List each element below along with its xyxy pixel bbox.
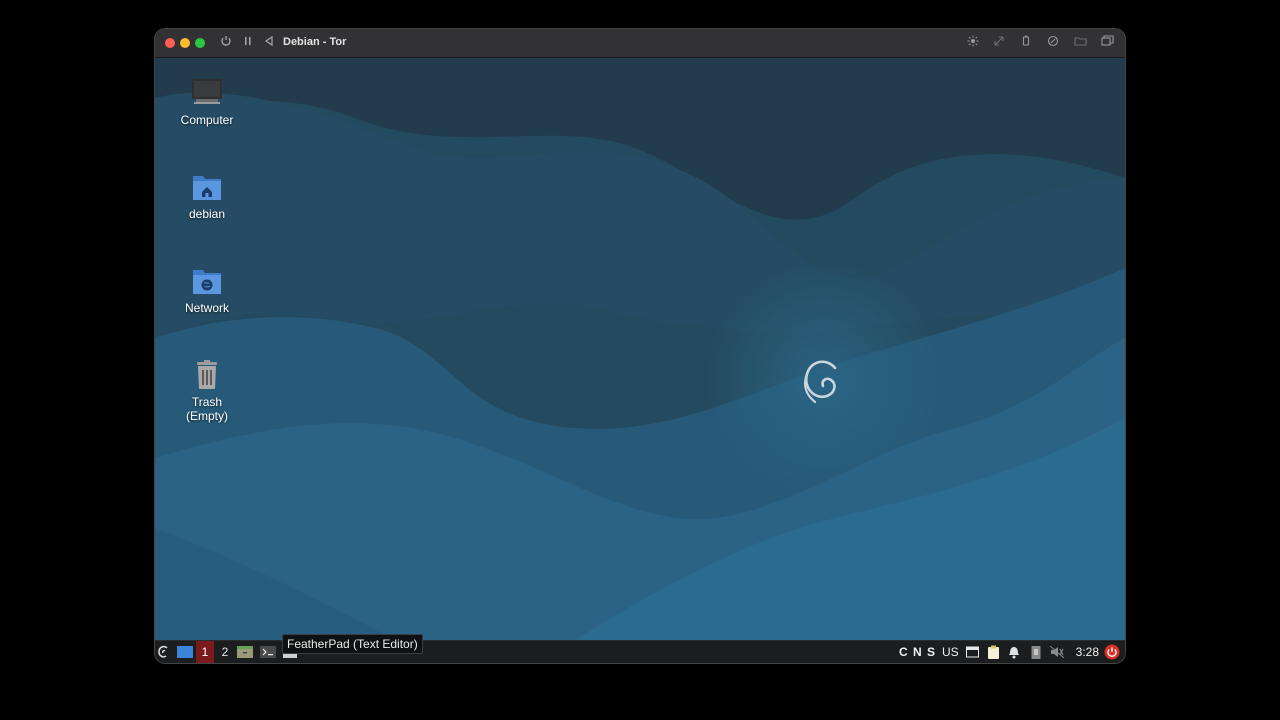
calendar-tray-button[interactable] xyxy=(964,641,980,663)
shutdown-button[interactable] xyxy=(1103,641,1121,663)
vm-title: Debian - Tor xyxy=(283,36,347,48)
desktop-icon-computer[interactable]: Computer xyxy=(157,76,257,127)
calendar-icon xyxy=(965,646,979,658)
terminal-icon xyxy=(260,646,276,658)
share-icon[interactable] xyxy=(1045,35,1061,51)
vm-titlebar: Debian - Tor xyxy=(155,29,1125,58)
clock[interactable]: 3:28 xyxy=(1076,641,1099,663)
show-desktop-button[interactable] xyxy=(176,641,194,663)
desktop[interactable]: Computer debian Network Trash (Empty) xyxy=(155,58,1125,640)
trash-icon xyxy=(197,360,217,389)
tray-indicator-n[interactable]: N xyxy=(913,641,922,663)
network-folder-icon xyxy=(193,270,221,294)
terminal-launcher[interactable] xyxy=(259,641,277,663)
workspace-1-button[interactable]: 1 xyxy=(196,641,214,663)
folder-share-icon[interactable] xyxy=(1072,35,1088,51)
file-manager-launcher[interactable] xyxy=(236,641,254,663)
launcher-tooltip: FeatherPad (Text Editor) xyxy=(282,634,423,654)
brightness-icon[interactable] xyxy=(965,35,981,51)
desktop-icon-label: Network xyxy=(184,301,229,315)
zoom-window-button[interactable] xyxy=(195,38,205,48)
battery-icon xyxy=(1031,646,1041,659)
home-folder-icon xyxy=(193,176,221,200)
desktop-icon-label: Computer xyxy=(180,113,234,127)
tray-indicator-s[interactable]: S xyxy=(927,641,935,663)
notifications-tray-button[interactable] xyxy=(1006,641,1022,663)
tray-indicator-c[interactable]: C xyxy=(899,641,908,663)
windows-icon[interactable] xyxy=(1099,35,1115,51)
app-menu-button[interactable] xyxy=(155,641,173,663)
desktop-icon-label: debian xyxy=(188,207,226,221)
pause-icon[interactable] xyxy=(240,35,256,51)
desktop-icon xyxy=(177,646,193,658)
minimize-window-button[interactable] xyxy=(180,38,190,48)
power-icon[interactable] xyxy=(218,35,234,51)
close-window-button[interactable] xyxy=(165,38,175,48)
volume-tray-button[interactable] xyxy=(1049,641,1065,663)
clipboard-icon xyxy=(987,645,999,659)
back-icon[interactable] xyxy=(261,35,277,51)
vm-window: Debian - Tor Computer debian Network Tra… xyxy=(155,29,1125,663)
clipboard-tray-button[interactable] xyxy=(985,641,1001,663)
desktop-icon-trash[interactable]: Trash (Empty) xyxy=(157,358,257,423)
volume-muted-icon xyxy=(1049,645,1065,659)
bell-icon xyxy=(1009,647,1019,659)
resize-icon[interactable] xyxy=(991,35,1007,51)
wallpaper xyxy=(155,58,1125,640)
workspace-2-button[interactable]: 2 xyxy=(216,641,234,663)
desktop-icon-home[interactable]: debian xyxy=(157,170,257,221)
power-icon xyxy=(1104,644,1120,660)
battery-tray-button[interactable] xyxy=(1028,641,1044,663)
debian-menu-icon xyxy=(158,645,168,658)
file-cabinet-icon xyxy=(237,646,253,658)
desktop-icon-label: Trash (Empty) xyxy=(186,395,228,423)
keyboard-layout-indicator[interactable]: US xyxy=(942,641,959,663)
usb-icon[interactable] xyxy=(1018,35,1034,51)
computer-icon xyxy=(192,79,222,104)
desktop-icon-network[interactable]: Network xyxy=(157,264,257,315)
